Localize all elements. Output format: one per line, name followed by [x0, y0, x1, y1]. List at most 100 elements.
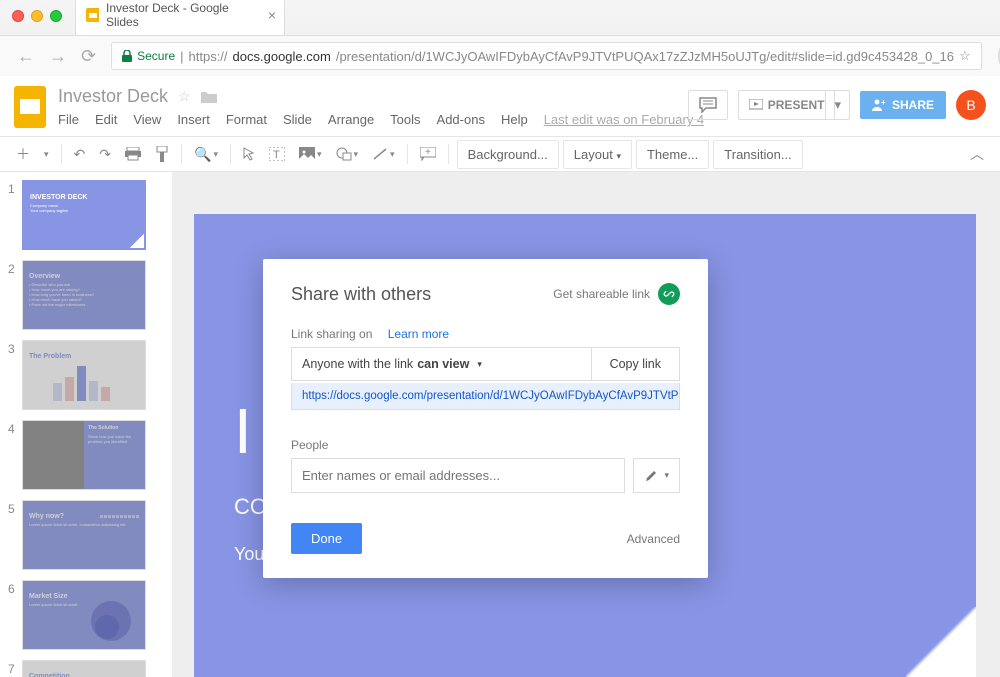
menu-view[interactable]: View	[133, 112, 161, 127]
tab-title: Investor Deck - Google Slides	[106, 1, 254, 29]
svg-text:+: +	[881, 98, 886, 107]
modal-title: Share with others	[291, 284, 431, 305]
new-slide-button[interactable]: ＋	[10, 140, 36, 168]
menu-arrange[interactable]: Arrange	[328, 112, 374, 127]
perm-prefix: Anyone with the link	[302, 357, 413, 371]
tab-close-icon[interactable]: ×	[268, 7, 276, 23]
url-input[interactable]: Secure | https://docs.google.com/present…	[111, 42, 982, 70]
slide-subtitle2: You	[234, 544, 264, 565]
window-close[interactable]	[12, 10, 24, 22]
window-maximize[interactable]	[50, 10, 62, 22]
menu-insert[interactable]: Insert	[177, 112, 210, 127]
slide-title: I	[234, 394, 254, 468]
secure-label: Secure	[137, 49, 175, 63]
comment-tool[interactable]: +	[414, 143, 442, 165]
slide-corner-fold	[906, 607, 976, 677]
present-button[interactable]: PRESENT	[738, 90, 836, 120]
folder-icon[interactable]	[201, 90, 217, 103]
thumbnail-1[interactable]: INVESTOR DECKCompany nameYour company ta…	[22, 180, 146, 250]
menu-format[interactable]: Format	[226, 112, 267, 127]
lock-icon	[122, 50, 132, 62]
person-plus-icon: +	[872, 98, 886, 112]
theme-button[interactable]: Theme...	[636, 140, 709, 169]
thumbnail-6[interactable]: Market SizeLorem ipsum dolor sit amet	[22, 580, 146, 650]
forward-button[interactable]: →	[42, 46, 74, 67]
menu-bar: File Edit View Insert Format Slide Arran…	[58, 112, 704, 127]
menu-help[interactable]: Help	[501, 112, 528, 127]
thumbnail-5[interactable]: Why now?Lorem ipsum dolor sit amet, cons…	[22, 500, 146, 570]
background-button[interactable]: Background...	[457, 140, 559, 169]
browser-tab[interactable]: Investor Deck - Google Slides ×	[75, 0, 285, 35]
url-scheme: https://	[189, 49, 228, 64]
svg-text:T: T	[273, 149, 280, 161]
collapse-toolbar-icon[interactable]: ︿	[964, 140, 990, 168]
window-controls	[0, 0, 62, 22]
star-icon[interactable]: ☆	[178, 88, 191, 105]
layout-button[interactable]: Layout ▾	[563, 140, 632, 169]
doc-title[interactable]: Investor Deck	[58, 86, 168, 107]
browser-chrome: Investor Deck - Google Slides × ← → ⟳ Se…	[0, 0, 1000, 76]
print-button[interactable]	[119, 143, 147, 165]
new-slide-dropdown[interactable]: ▾	[38, 145, 55, 164]
back-button[interactable]: ←	[10, 46, 42, 67]
people-label: People	[291, 438, 680, 452]
permission-icon-button[interactable]: ▾	[633, 458, 680, 493]
app-header: Investor Deck ☆ File Edit View Insert Fo…	[0, 76, 1000, 136]
chevron-down-icon: ▾	[664, 470, 669, 481]
perm-value: can view	[417, 357, 469, 371]
share-button[interactable]: + SHARE	[860, 91, 946, 119]
menu-edit[interactable]: Edit	[95, 112, 117, 127]
redo-button[interactable]: ↷	[93, 142, 117, 167]
done-button[interactable]: Done	[291, 523, 362, 554]
menu-addons[interactable]: Add-ons	[437, 112, 485, 127]
header-actions: PRESENT ▾ + SHARE B	[688, 90, 986, 120]
menu-file[interactable]: File	[58, 112, 79, 127]
menu-slide[interactable]: Slide	[283, 112, 312, 127]
thumbnail-3[interactable]: The Problem	[22, 340, 146, 410]
textbox-tool[interactable]: T	[263, 143, 291, 165]
last-edit-link[interactable]: Last edit was on February 4	[544, 112, 704, 127]
pencil-icon	[644, 469, 658, 483]
address-bar: ← → ⟳ Secure | https://docs.google.com/p…	[0, 35, 1000, 76]
zoom-button[interactable]: 🔍 ▾	[188, 142, 224, 167]
toolbar: ＋ ▾ ↶ ↷ 🔍 ▾ T ▾ ▾ ▾ + Background... Layo…	[0, 136, 1000, 172]
share-modal: Share with others Get shareable link Lin…	[263, 259, 708, 578]
reload-button[interactable]: ⟳	[74, 46, 103, 67]
image-tool[interactable]: ▾	[293, 143, 328, 165]
present-label: PRESENT	[768, 98, 825, 112]
slides-favicon	[86, 8, 99, 22]
undo-button[interactable]: ↶	[68, 142, 92, 167]
link-permission-dropdown[interactable]: Anyone with the link can view ▾	[292, 348, 592, 380]
learn-more-link[interactable]: Learn more	[388, 327, 449, 341]
browser-tab-bar: Investor Deck - Google Slides ×	[0, 0, 1000, 35]
bookmark-star-icon[interactable]: ☆	[959, 48, 971, 64]
play-icon	[749, 99, 763, 111]
svg-text:+: +	[425, 147, 431, 158]
shape-tool[interactable]: ▾	[330, 143, 365, 165]
paint-format-button[interactable]	[149, 142, 175, 166]
url-host: docs.google.com	[233, 49, 331, 64]
share-label: SHARE	[892, 98, 934, 112]
share-url-display[interactable]: https://docs.google.com/presentation/d/1…	[291, 383, 680, 410]
window-minimize[interactable]	[31, 10, 43, 22]
comments-button[interactable]	[688, 90, 728, 120]
line-tool[interactable]: ▾	[366, 143, 401, 165]
copy-link-button[interactable]: Copy link	[592, 348, 679, 380]
thumbnail-7[interactable]: Competition	[22, 660, 146, 677]
link-sharing-status: Link sharing on	[291, 327, 372, 341]
select-tool[interactable]	[237, 143, 261, 165]
transition-button[interactable]: Transition...	[713, 140, 802, 169]
user-avatar[interactable]: B	[956, 90, 986, 120]
get-link-label: Get shareable link	[553, 287, 650, 301]
present-dropdown[interactable]: ▾	[825, 90, 850, 120]
get-shareable-link[interactable]: Get shareable link	[553, 283, 680, 305]
thumbnail-sidebar[interactable]: 1INVESTOR DECKCompany nameYour company t…	[0, 172, 172, 677]
advanced-link[interactable]: Advanced	[627, 532, 680, 546]
menu-tools[interactable]: Tools	[390, 112, 420, 127]
people-input[interactable]	[291, 458, 625, 493]
slides-logo[interactable]	[14, 86, 46, 128]
chevron-down-icon: ▾	[477, 359, 482, 370]
thumbnail-4[interactable]: The SolutionShow how you solve the probl…	[22, 420, 146, 490]
thumbnail-2[interactable]: Overview• Describe who you are• How much…	[22, 260, 146, 330]
link-icon	[658, 283, 680, 305]
